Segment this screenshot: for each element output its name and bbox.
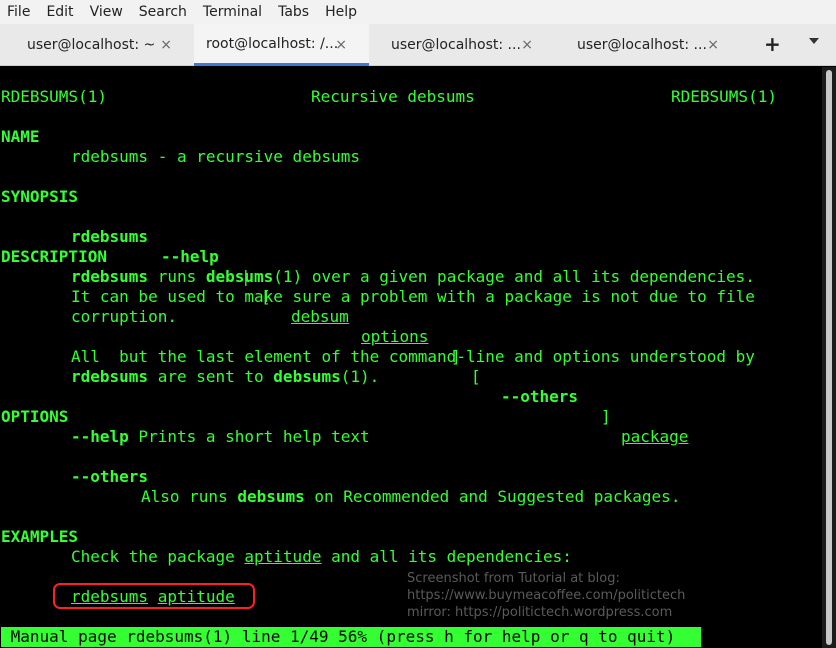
menu-view[interactable]: View <box>82 4 131 20</box>
watermark-line-1: Screenshot from Tutorial at blog: <box>407 571 620 586</box>
option-help: --help Prints a short help text <box>71 427 370 446</box>
menu-help[interactable]: Help <box>317 4 365 20</box>
menu-tabs[interactable]: Tabs <box>270 4 317 20</box>
scrollbar-thumb[interactable] <box>826 70 832 645</box>
menu-terminal[interactable]: Terminal <box>195 4 270 20</box>
watermark-line-2: https://www.buymeacoffee.com/politictech <box>407 588 686 603</box>
example-highlight-box <box>53 583 255 609</box>
name-text: rdebsums - a recursive debsums <box>71 147 360 166</box>
menu-edit[interactable]: Edit <box>38 4 81 20</box>
tab-user-home[interactable]: user@localhost: ~ × <box>0 24 194 66</box>
description-line-5: rdebsums are sent to debsums(1). <box>71 367 380 386</box>
section-options-heading: OPTIONS <box>1 407 69 426</box>
section-examples-heading: EXAMPLES <box>1 527 79 546</box>
pager-status-bar: Manual page rdebsums(1) line 1/49 56% (p… <box>1 627 701 647</box>
tab-root[interactable]: root@localhost: /... × <box>194 24 369 66</box>
section-name-heading: NAME <box>1 127 40 146</box>
close-icon[interactable]: × <box>160 37 172 53</box>
description-line-1: rdebsums runs debsums(1) over a given pa… <box>71 267 755 286</box>
section-synopsis-heading: SYNOPSIS <box>1 187 79 206</box>
tab-user-2[interactable]: user@localhost: ... × <box>369 24 555 66</box>
tab-bar: user@localhost: ~ × root@localhost: /...… <box>0 24 836 66</box>
tab-label: root@localhost: /... <box>206 35 339 52</box>
terminal-scrollbar[interactable] <box>822 67 836 648</box>
example-desc: Check the package aptitude and all its d… <box>71 547 572 566</box>
tab-label: user@localhost: ... <box>577 37 707 53</box>
option-others-desc: Also runs debsums on Recommended and Sug… <box>141 487 681 506</box>
watermark-line-3: mirror: https://politictech.wordpress.co… <box>407 605 673 620</box>
close-icon[interactable]: × <box>335 37 347 53</box>
man-header: RDEBSUMS(1) Recursive debsums RDEBSUMS(1) <box>1 87 777 106</box>
description-line-3: corruption. <box>71 307 177 326</box>
section-description-heading: DESCRIPTION <box>1 247 107 266</box>
option-others: --others <box>71 467 149 486</box>
close-icon[interactable]: × <box>521 37 533 53</box>
tab-user-3[interactable]: user@localhost: ... × <box>555 24 741 66</box>
close-icon[interactable]: × <box>707 37 719 53</box>
menu-search[interactable]: Search <box>131 4 195 20</box>
description-line-4: All but the last element of the command-… <box>71 347 755 366</box>
synopsis-line: rdebsums --help | [ debsum options ] [ -… <box>71 227 689 446</box>
tab-label: user@localhost: ... <box>391 37 521 53</box>
description-line-2: It can be used to make sure a problem wi… <box>71 287 755 306</box>
menu-bar: File Edit View Search Terminal Tabs Help <box>0 0 836 24</box>
menu-file[interactable]: File <box>0 4 38 20</box>
new-tab-button[interactable]: + <box>764 32 781 56</box>
tab-label: user@localhost: ~ <box>27 37 156 53</box>
tab-list-dropdown-icon[interactable] <box>809 38 819 44</box>
